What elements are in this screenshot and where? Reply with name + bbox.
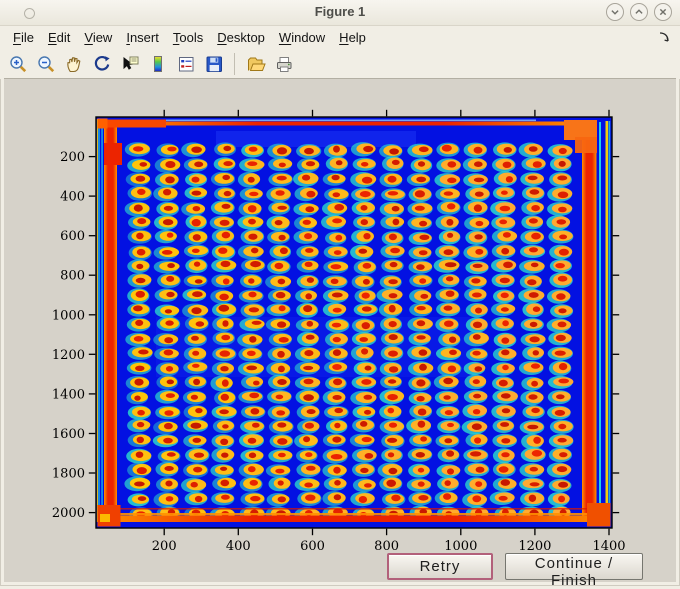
maximize-button[interactable] xyxy=(630,3,648,21)
x-icon xyxy=(659,8,667,16)
insert-legend-icon xyxy=(178,56,193,71)
svg-text:2000: 2000 xyxy=(52,506,85,521)
toolbar xyxy=(0,48,680,79)
menu-bar: File Edit View Insert Tools Desktop Window Help xyxy=(0,26,680,48)
svg-text:800: 800 xyxy=(60,269,85,284)
insert-colorbar-icon xyxy=(153,55,162,72)
menu-edit[interactable]: Edit xyxy=(41,28,77,47)
svg-text:400: 400 xyxy=(60,190,85,205)
close-button[interactable] xyxy=(654,3,672,21)
svg-text:1000: 1000 xyxy=(52,308,85,323)
menu-file[interactable]: File xyxy=(6,28,41,47)
retry-button[interactable]: Retry xyxy=(387,553,493,580)
insert-colorbar-button[interactable] xyxy=(147,53,168,74)
svg-text:600: 600 xyxy=(300,539,325,554)
plot-axes: 200 400 600 800 1000 1200 1400 200 400 600 800 1000… xyxy=(52,109,626,554)
svg-text:1200: 1200 xyxy=(52,348,85,363)
menu-tools[interactable]: Tools xyxy=(166,28,210,47)
menu-view[interactable]: View xyxy=(77,28,119,47)
insert-legend-button[interactable] xyxy=(175,53,196,74)
zoom-out-icon xyxy=(37,55,54,72)
title-bar: Figure 1 xyxy=(0,0,680,26)
svg-text:1200: 1200 xyxy=(518,539,551,554)
svg-text:600: 600 xyxy=(60,229,85,244)
menu-desktop[interactable]: Desktop xyxy=(210,28,272,47)
figure-window: Figure 1 File Edit View Insert Tools Desktop W… xyxy=(0,0,680,589)
menu-help[interactable]: Help xyxy=(332,28,373,47)
zoom-in-icon xyxy=(9,55,26,72)
window-controls xyxy=(606,3,672,21)
svg-text:1600: 1600 xyxy=(52,427,85,442)
window-title: Figure 1 xyxy=(314,4,366,19)
menu-window[interactable]: Window xyxy=(272,28,332,47)
chevron-up-icon xyxy=(635,9,643,14)
svg-text:800: 800 xyxy=(374,539,399,554)
print-figure-icon xyxy=(276,56,291,72)
svg-text:200: 200 xyxy=(152,539,177,554)
save-figure-icon xyxy=(206,56,222,72)
print-figure-button[interactable] xyxy=(273,53,294,74)
svg-text:1400: 1400 xyxy=(52,387,85,402)
svg-text:1000: 1000 xyxy=(444,539,477,554)
svg-text:200: 200 xyxy=(60,150,85,165)
svg-text:400: 400 xyxy=(226,539,251,554)
svg-text:1400: 1400 xyxy=(592,539,625,554)
save-figure-button[interactable] xyxy=(203,53,224,74)
toolbar-separator xyxy=(234,52,235,75)
figure-canvas: 200 400 600 800 1000 1200 1400 200 400 600 800 1000… xyxy=(4,78,676,589)
pan-icon xyxy=(66,56,80,72)
data-cursor-button[interactable] xyxy=(119,53,140,74)
minimize-button[interactable] xyxy=(606,3,624,21)
menu-insert[interactable]: Insert xyxy=(119,28,166,47)
continue-finish-button[interactable]: Continue / Finish xyxy=(505,553,643,589)
rotate-3d-button[interactable] xyxy=(91,53,112,74)
zoom-in-button[interactable] xyxy=(7,53,28,74)
svg-text:1800: 1800 xyxy=(52,467,85,482)
open-file-button[interactable] xyxy=(245,53,266,74)
open-file-icon xyxy=(247,57,266,71)
data-cursor-icon xyxy=(123,56,138,70)
dock-arrow-icon[interactable] xyxy=(658,31,670,46)
rotate-3d-icon xyxy=(94,55,110,71)
chevron-down-icon xyxy=(611,10,619,15)
pan-button[interactable] xyxy=(63,53,84,74)
zoom-out-button[interactable] xyxy=(35,53,56,74)
